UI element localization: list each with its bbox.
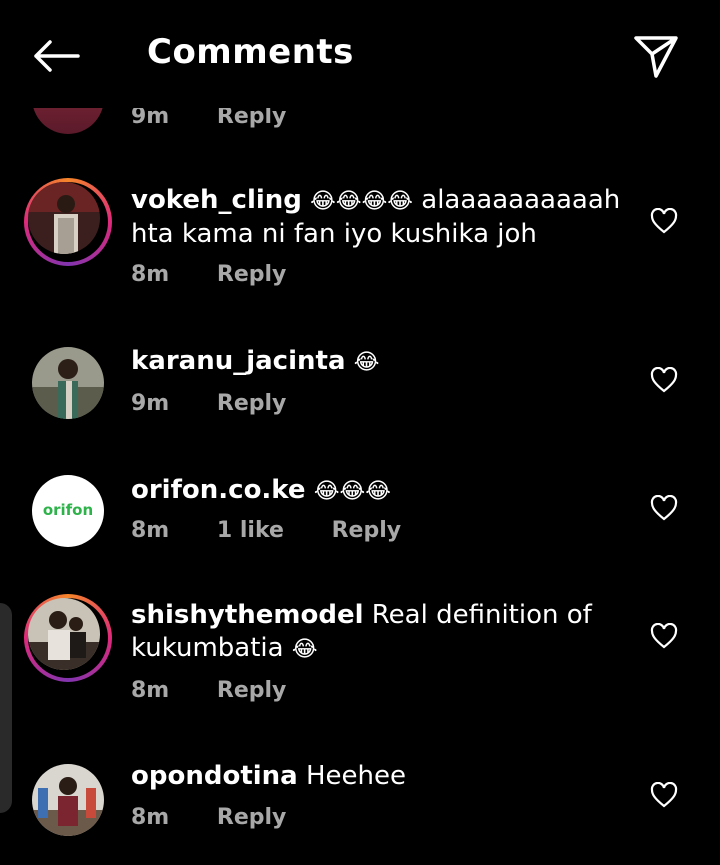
comment-username[interactable]: karanu_jacinta bbox=[131, 346, 346, 376]
comment-text: vokeh_cling 😂😂😂😂 alaaaaaaaaaah hta kama … bbox=[131, 184, 631, 251]
heart-icon[interactable] bbox=[650, 781, 678, 808]
comment-time: 8m bbox=[131, 262, 170, 287]
avatar bbox=[28, 598, 100, 670]
avatar[interactable]: orifon bbox=[32, 475, 104, 547]
heart-icon[interactable] bbox=[650, 366, 678, 393]
comment-time: 9m bbox=[131, 391, 170, 416]
send-icon[interactable] bbox=[630, 32, 682, 80]
comment-meta: 8m Reply bbox=[131, 678, 326, 703]
avatar[interactable] bbox=[32, 764, 104, 836]
comment-meta: 8m Reply bbox=[131, 262, 326, 287]
comment-meta: 8m Reply bbox=[131, 805, 326, 830]
avatar bbox=[28, 182, 100, 254]
comment-text: opondotina Heehee bbox=[131, 760, 631, 793]
comment-emoji: 😂😂😂 bbox=[313, 479, 391, 504]
comment-body: Heehee bbox=[305, 761, 406, 791]
comment-time: 8m bbox=[131, 518, 170, 543]
comment-time: 8m bbox=[131, 678, 170, 703]
comment-meta: 8m 1 like Reply bbox=[131, 518, 441, 543]
reply-button[interactable]: Reply bbox=[217, 805, 287, 830]
comment-emoji: 😂😂😂😂 bbox=[310, 189, 413, 214]
comment-body-cont: hta kama ni fan iyo kushika joh bbox=[131, 219, 537, 249]
comment-likes[interactable]: 1 like bbox=[217, 518, 284, 543]
story-ring[interactable] bbox=[24, 178, 112, 266]
reply-button[interactable]: Reply bbox=[332, 518, 402, 543]
comment-text: orifon.co.ke 😂😂😂 bbox=[131, 474, 631, 508]
comment-meta: 9m Reply bbox=[131, 391, 326, 416]
header-bar: Comments bbox=[0, 0, 720, 108]
comment-username[interactable]: opondotina bbox=[131, 761, 298, 791]
comment-body-cont: kukumbatia bbox=[131, 633, 284, 663]
story-ring[interactable] bbox=[24, 594, 112, 682]
comment-username[interactable]: shishythemodel bbox=[131, 600, 364, 630]
orifon-logo-text: orifon bbox=[42, 501, 94, 519]
reply-button[interactable]: Reply bbox=[217, 678, 287, 703]
heart-icon[interactable] bbox=[650, 207, 678, 234]
reply-button[interactable]: Reply bbox=[217, 262, 287, 287]
edge-scroll-handle[interactable] bbox=[0, 603, 12, 813]
comment-username[interactable]: orifon.co.ke bbox=[131, 475, 306, 505]
comment-emoji: 😂 bbox=[353, 350, 380, 375]
comment-username[interactable]: vokeh_cling bbox=[131, 185, 302, 215]
comment-text: shishythemodel Real definition of kukumb… bbox=[131, 599, 631, 666]
comment-emoji: 😂 bbox=[291, 637, 318, 662]
heart-icon[interactable] bbox=[650, 622, 678, 649]
reply-button[interactable]: Reply bbox=[217, 391, 287, 416]
comment-text: karanu_jacinta 😂 bbox=[131, 345, 631, 379]
comment-body: Real definition of bbox=[371, 600, 592, 630]
page-title: Comments bbox=[147, 32, 354, 72]
comment-body: alaaaaaaaaaah bbox=[421, 185, 621, 215]
back-arrow-icon[interactable] bbox=[28, 36, 84, 76]
avatar[interactable] bbox=[32, 347, 104, 419]
comment-time: 8m bbox=[131, 805, 170, 830]
heart-icon[interactable] bbox=[650, 494, 678, 521]
